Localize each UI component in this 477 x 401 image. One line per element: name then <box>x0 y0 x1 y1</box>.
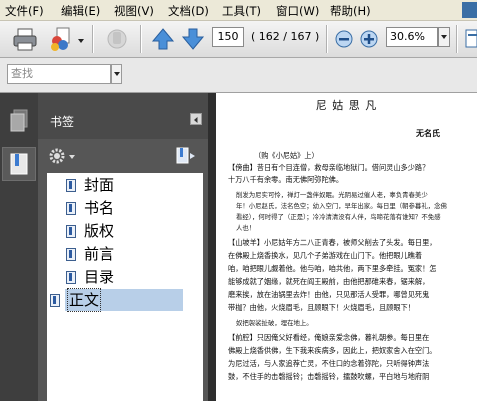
bookmark-page-icon <box>66 225 76 238</box>
bookmark-page-icon <box>66 202 76 215</box>
bookmark-page-icon <box>66 248 76 261</box>
share-button[interactable] <box>48 26 74 52</box>
search-dropdown-button[interactable] <box>111 64 122 84</box>
bookmark-item[interactable]: 书名 <box>49 197 203 219</box>
pages-panel-button[interactable] <box>9 109 29 133</box>
zoom-in-icon <box>360 30 378 48</box>
search-bar: 查找 <box>0 58 477 93</box>
bookmark-label: 正文 <box>66 288 102 312</box>
bookmark-item[interactable]: 封面 <box>49 174 203 196</box>
arrow-down-icon <box>181 28 205 50</box>
page-count-label: ( 162 / 167 ) <box>251 30 320 43</box>
collapse-panel-button[interactable] <box>190 113 202 125</box>
bookmark-label: 书名 <box>84 199 115 217</box>
toolbar-separator <box>140 25 142 53</box>
hand-icon <box>107 29 127 49</box>
document-text-line: 磨来挨，放在油锅里去炸！由他，只见那活人受罪，哪曾见死鬼 <box>228 290 430 299</box>
menu-view[interactable]: 视图(V) <box>114 3 154 19</box>
zoom-out-icon <box>335 30 353 48</box>
print-button[interactable] <box>12 26 38 52</box>
document-text-line: 咱，咱把眼儿觑着他。他与咱，咱共他，两下里多牵挂。冤家！怎 <box>228 264 437 273</box>
panel-splitter[interactable] <box>208 93 216 401</box>
share-icon <box>51 27 70 51</box>
bookmarks-panel-header: 书签 <box>38 93 208 139</box>
document-text-line: 年！小尼赵氏，法名色空；幼入空门，早年出家。每日里（朝参暮礼，念佛 <box>236 202 447 210</box>
toolbar-separator <box>92 25 94 53</box>
gear-icon <box>49 148 65 164</box>
bookmark-label: 目录 <box>84 268 115 286</box>
document-text-line: 为尼过活，与人家追荐亡灵，不住口的念着弥陀，只听得钟声法 <box>228 359 430 368</box>
document-text-line: 看经），何时得了（正是）；冷冷清清没有人伴，鸟啼花落有谁知？不免感 <box>236 213 441 221</box>
share-dropdown-icon[interactable] <box>78 39 84 43</box>
document-text-line: 奴把袈裟扯破，埋在地上。 <box>236 319 313 327</box>
toolbar-separator <box>326 25 328 53</box>
document-text-line: （购《小尼姑》上） <box>254 151 319 160</box>
disabled-tool-button[interactable] <box>104 26 130 52</box>
fit-page-button[interactable] <box>464 26 477 52</box>
bookmarks-toolbar <box>38 139 208 173</box>
bookmark-label: 版权 <box>84 222 115 240</box>
menu-edit[interactable]: 编辑(E) <box>61 3 100 19</box>
menu-bar: 文件(F) 编辑(E) 视图(V) 文档(D) 工具(T) 窗口(W) 帮助(H… <box>0 0 477 21</box>
chevron-left-icon <box>194 117 198 123</box>
chevron-down-icon <box>441 35 447 39</box>
bookmarks-list: 封面书名版权前言目录正文 <box>47 173 203 401</box>
document-text-line: 鼓，不住手的击磬摇铃；击磬摇铃，擂鼓吹螺，平白地与地府阴 <box>228 372 430 381</box>
bookmark-icon <box>10 153 28 175</box>
document-text-line: 佛殿上烧香供佛，生下我来疾病多，因此上，把奴家舍入在空门。 <box>228 346 437 355</box>
panel-gutter <box>38 173 47 401</box>
menu-document[interactable]: 文档(D) <box>168 3 209 19</box>
bookmark-item[interactable]: 目录 <box>49 266 203 288</box>
menu-window[interactable]: 窗口(W) <box>276 3 319 19</box>
document-author: 无名氏 <box>416 128 440 138</box>
pages-icon <box>10 109 28 132</box>
menu-tools[interactable]: 工具(T) <box>222 3 261 19</box>
bookmark-page-icon <box>50 294 60 307</box>
document-text-line: 削发为尼实可怜，禅灯一盏伴奴眠。光阴易过催人老，辜负青春美少 <box>236 191 428 199</box>
menu-help[interactable]: 帮助(H) <box>330 3 371 19</box>
bookmark-item[interactable]: 正文 <box>50 288 183 312</box>
document-text-line: 人也！ <box>236 224 256 232</box>
zoom-dropdown-button[interactable] <box>438 27 450 47</box>
arrow-up-icon <box>151 28 175 50</box>
bookmark-label: 前言 <box>84 245 115 263</box>
chevron-down-icon <box>114 72 120 76</box>
options-button[interactable] <box>49 148 65 164</box>
previous-page-button[interactable] <box>150 26 176 52</box>
next-page-button[interactable] <box>180 26 206 52</box>
document-text-line: 十万八千有余零。南无佛阿弥陀佛。 <box>228 175 344 184</box>
bookmark-page-icon <box>66 271 76 284</box>
bookmarks-panel-title: 书签 <box>50 115 75 129</box>
bookmark-page-icon <box>66 179 76 192</box>
zoom-out-button[interactable] <box>334 26 354 52</box>
menu-file[interactable]: 文件(F) <box>5 3 44 19</box>
navigation-pane-strip <box>0 93 38 401</box>
document-text-line: 能够成就了姻缘，就死在阎王殿前，由他把那碓来春，锯来解， <box>228 277 430 286</box>
zoom-level-field[interactable]: 30.6% <box>386 27 438 47</box>
search-input[interactable]: 查找 <box>7 64 111 84</box>
document-text-line: 在佛殿上烧香换水，见几个子弟游戏在山门下。他把眼儿瞧着 <box>228 251 423 260</box>
expand-bookmark-button[interactable] <box>175 147 197 165</box>
document-text-line: 【傍曲】昔日有个目连僧，救母亲临地狱门。借问灵山多少路？ <box>228 163 430 172</box>
bookmark-label: 封面 <box>84 176 115 194</box>
options-dropdown-icon[interactable] <box>69 155 75 159</box>
bookmarks-panel-button[interactable] <box>2 147 36 181</box>
bookmark-expand-icon <box>176 147 195 164</box>
printer-icon <box>13 28 37 51</box>
zoom-in-button[interactable] <box>359 26 379 52</box>
toolbar-separator <box>456 25 458 53</box>
page-number-input[interactable]: 150 <box>212 27 244 47</box>
toolbar: 150 ( 162 / 167 ) 30.6% <box>0 21 477 58</box>
bookmark-item[interactable]: 版权 <box>49 220 203 242</box>
fit-page-icon <box>465 29 477 48</box>
document-title: 尼 姑 思 凡 <box>315 99 378 112</box>
window-control-icon[interactable] <box>462 2 477 18</box>
document-text-line: 【前腔】只因俺父好看经，俺娘亲爱念佛，暮礼朝参。每日里在 <box>228 333 430 342</box>
document-text-line: 【山坡羊】小尼姑年方二八正青春，被师父削去了头发。每日里， <box>228 238 437 247</box>
document-text-line: 带枷？由他，火烧眉毛，且顾眼下！火烧眉毛，且顾眼下！ <box>228 303 415 312</box>
document-page[interactable]: 尼 姑 思 凡无名氏 （购《小尼姑》上） 【傍曲】昔日有个目连僧，救母亲临地狱门。借… <box>216 93 477 401</box>
bookmark-item[interactable]: 前言 <box>49 243 203 265</box>
